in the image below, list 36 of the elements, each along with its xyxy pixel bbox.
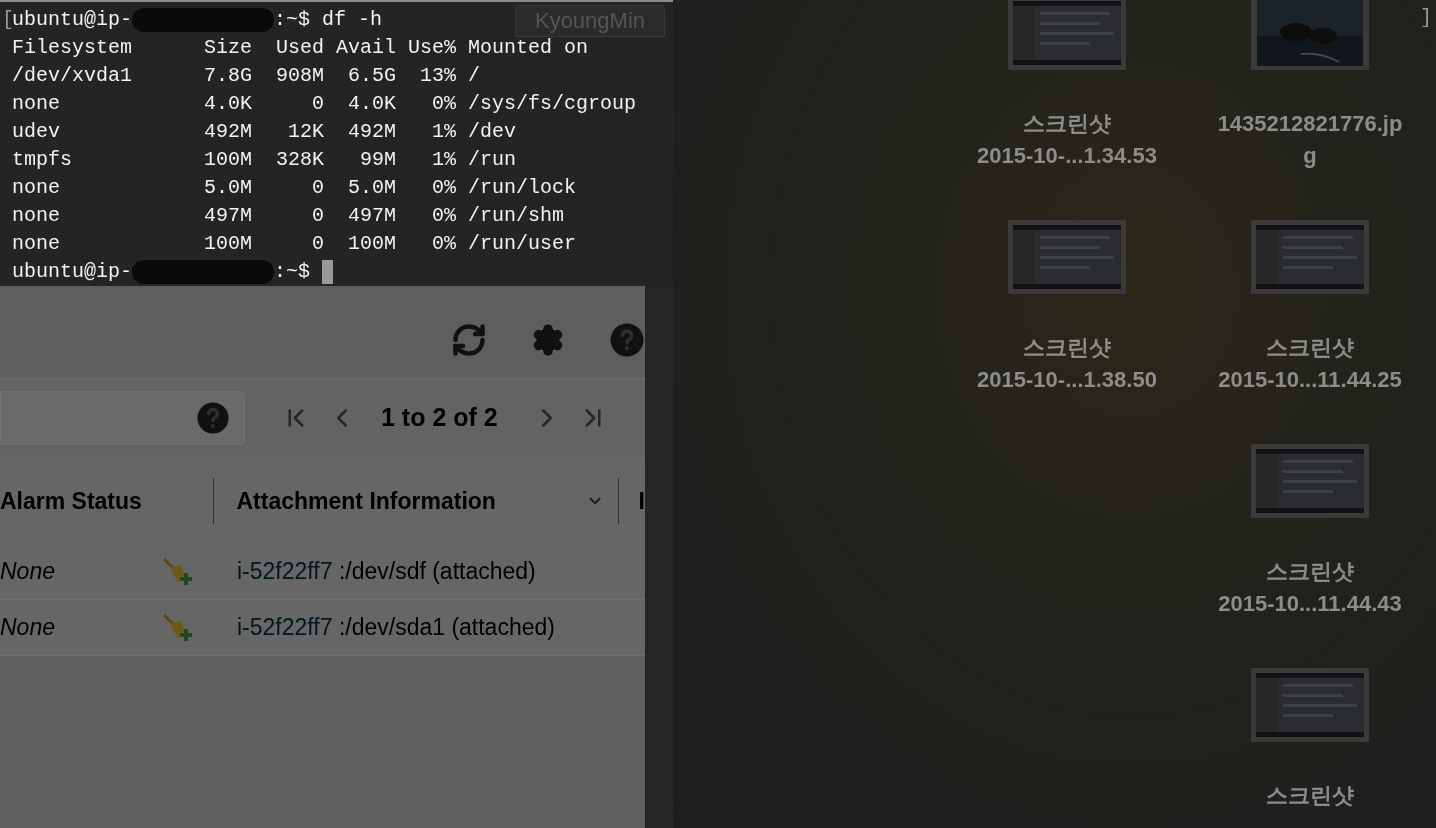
prompt-text: ubuntu@ip-	[12, 7, 133, 33]
prompt-text: :~$	[274, 7, 311, 33]
table-cell-text: None	[0, 557, 56, 587]
prompt-text: ubuntu@ip-	[12, 259, 133, 285]
output-line: udev 492M 12K 492M 1% /dev	[12, 119, 517, 145]
column-header[interactable]: Alarm Status	[0, 478, 215, 524]
help-icon[interactable]	[196, 401, 230, 435]
file-name[interactable]: 1435212821776.jp g	[1217, 108, 1403, 172]
file-name[interactable]: 스크린샷 2015-10-...1.34.53	[977, 108, 1157, 172]
file-name[interactable]: 스크린샷	[1266, 780, 1354, 812]
column-header[interactable]: Attachment Information	[214, 478, 619, 524]
output-line: none 497M 0 497M 0% /run/shm	[12, 203, 565, 229]
output-line: tmpfs 100M 328K 99M 1% /run	[12, 147, 517, 173]
output-line: Filesystem Size Used Avail Use% Mounted on	[12, 35, 589, 61]
column-header[interactable]: I	[618, 478, 645, 524]
command-text: df -h	[322, 7, 383, 33]
help-icon[interactable]	[609, 322, 645, 358]
prompt-text: :~$	[274, 259, 311, 285]
file-name[interactable]: 스크린샷 2015-10-...1.38.50	[977, 332, 1157, 396]
table-cell-text: None	[0, 613, 56, 643]
output-line: none 100M 0 100M 0% /run/user	[12, 231, 577, 257]
instance-link[interactable]: i-52f22ff7	[237, 614, 333, 641]
file-name[interactable]: 스크린샷 2015-10...11.44.25	[1218, 332, 1402, 396]
refresh-icon[interactable]	[451, 322, 487, 358]
search-field[interactable]	[0, 391, 245, 445]
table-cell-text: i-52f22ff7 :/dev/sdf (attached)	[237, 557, 536, 587]
output-line: none 5.0M 0 5.0M 0% /run/lock	[12, 175, 577, 201]
page-range: 1 to 2 of 2	[381, 402, 498, 434]
table-cell-text: i-52f22ff7 :/dev/sda1 (attached)	[237, 613, 555, 643]
output-line: /dev/xvda1 7.8G 908M 6.5G 13% /	[12, 63, 481, 89]
output-line: none 4.0K 0 4.0K 0% /sys/fs/cgroup	[12, 91, 637, 117]
terminal-bracket: [	[2, 7, 14, 33]
terminal-bracket: ]	[1420, 5, 1432, 31]
file-name[interactable]: 스크린샷 2015-10...11.44.43	[1218, 556, 1402, 620]
settings-icon[interactable]	[531, 323, 565, 357]
instance-link[interactable]: i-52f22ff7	[237, 558, 333, 585]
